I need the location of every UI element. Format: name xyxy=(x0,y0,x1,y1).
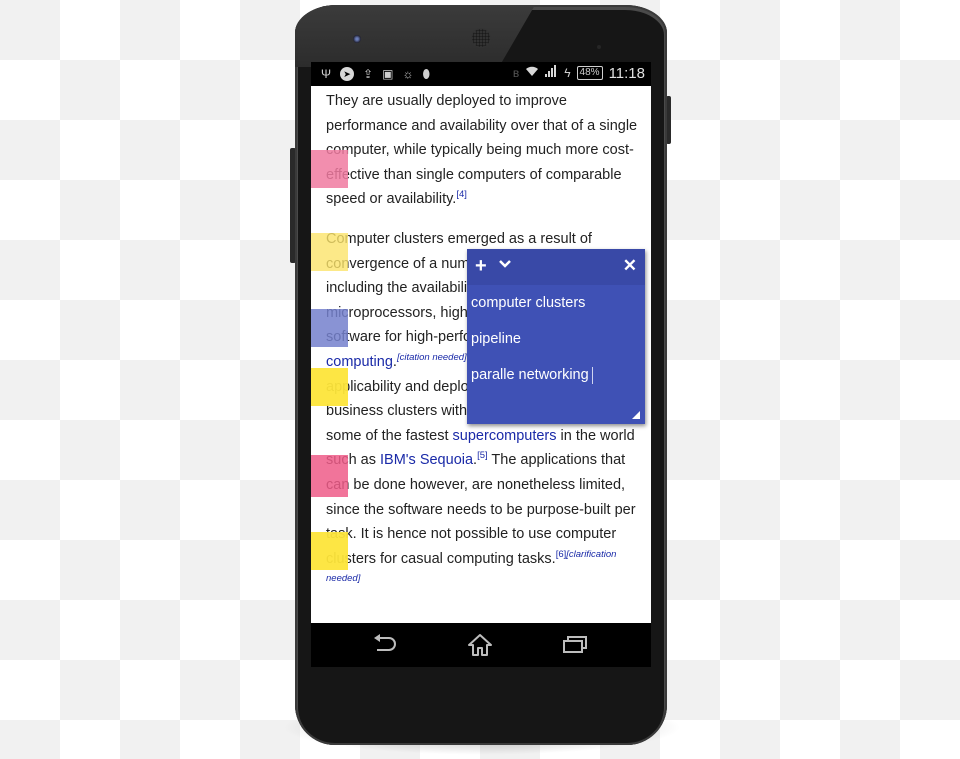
home-icon xyxy=(468,634,492,656)
sticky-note-yellow[interactable] xyxy=(311,233,348,271)
navigation-bar xyxy=(311,623,651,667)
home-button[interactable] xyxy=(466,633,496,657)
sticky-note-pink[interactable] xyxy=(311,150,348,188)
front-camera xyxy=(353,35,361,43)
note-text-area[interactable]: computer clusters pipeline paralle netwo… xyxy=(471,289,593,397)
wifi-icon xyxy=(525,64,539,82)
article-content: They are usually deployed to improve per… xyxy=(311,86,651,623)
android-icon: ⬮ xyxy=(422,67,430,81)
bluetooth-icon: ʙ xyxy=(512,66,520,80)
clock: 11:18 xyxy=(608,64,645,82)
popup-toolbar: + ✕ xyxy=(467,249,645,285)
image-icon: ▣ xyxy=(382,67,394,81)
resize-handle[interactable] xyxy=(632,411,640,419)
battery-indicator: 48% xyxy=(576,66,603,80)
earpiece-speaker xyxy=(472,29,490,47)
sticky-note-yellow[interactable] xyxy=(311,368,348,406)
add-icon[interactable]: + xyxy=(475,255,487,277)
charging-icon: ϟ xyxy=(564,66,571,80)
paragraph-1: They are usually deployed to improve per… xyxy=(326,93,638,208)
phone-screen: Ψ ➤ ⇪ ▣ ☼ ⬮ ʙ ϟ 48% 11:18 They are usual… xyxy=(311,62,651,667)
usb-icon: Ψ xyxy=(321,67,332,81)
sticky-note-popup: + ✕ computer clusters pipeline paralle n… xyxy=(467,249,645,424)
text-cursor xyxy=(591,366,593,384)
recent-apps-icon xyxy=(563,636,587,653)
note-line[interactable]: computer clusters xyxy=(471,289,593,325)
frame-gloss xyxy=(295,5,535,67)
link-supercomputers[interactable]: supercomputers xyxy=(453,428,557,444)
navigation-icon: ➤ xyxy=(340,67,355,81)
lightbulb-icon: ☼ xyxy=(402,67,414,81)
reference-5[interactable]: [5] xyxy=(477,451,488,462)
upload-icon: ⇪ xyxy=(363,67,374,81)
sticky-note-pink[interactable] xyxy=(311,455,348,497)
link-ibm-sequoia[interactable]: IBM's Sequoia xyxy=(380,452,473,468)
chevron-down-icon[interactable] xyxy=(499,257,511,272)
note-line[interactable]: pipeline xyxy=(471,325,593,361)
reference-6[interactable]: [6] xyxy=(556,549,567,560)
recent-apps-button[interactable] xyxy=(561,633,591,657)
back-button[interactable] xyxy=(371,633,401,657)
close-icon[interactable]: ✕ xyxy=(623,255,637,277)
citation-needed[interactable]: [citation needed] xyxy=(397,352,467,363)
proximity-sensor xyxy=(597,36,611,67)
sticky-note-yellow[interactable] xyxy=(311,532,348,570)
note-line[interactable]: paralle networking xyxy=(471,361,593,397)
status-bar: Ψ ➤ ⇪ ▣ ☼ ⬮ ʙ ϟ 48% 11:18 xyxy=(311,62,651,86)
reference-4[interactable]: [4] xyxy=(456,190,467,201)
signal-icon xyxy=(545,64,558,82)
sticky-note-blue[interactable] xyxy=(311,309,348,347)
back-icon xyxy=(374,634,396,651)
